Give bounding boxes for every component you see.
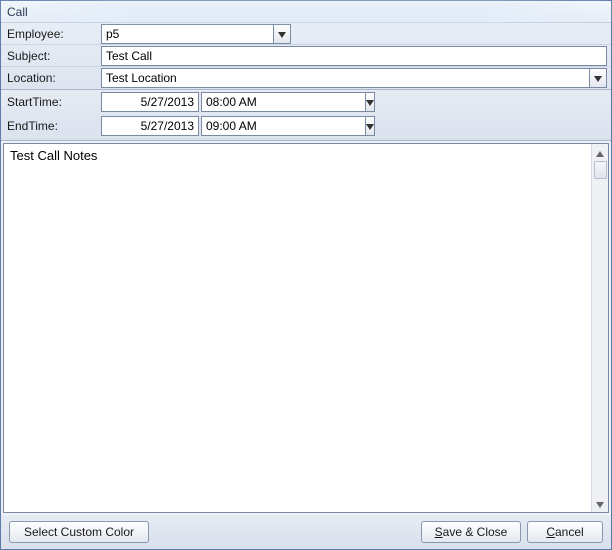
chevron-down-icon bbox=[278, 27, 286, 41]
location-row: Location: bbox=[1, 67, 611, 89]
start-date-input[interactable] bbox=[101, 92, 199, 112]
start-time-row: StartTime: bbox=[1, 90, 611, 114]
save-hotkey: S bbox=[435, 525, 443, 539]
cancel-button[interactable]: Cancel bbox=[527, 521, 603, 543]
scroll-up-button[interactable] bbox=[592, 144, 609, 161]
end-time-dropdown-button[interactable] bbox=[365, 116, 375, 136]
save-and-close-button[interactable]: Save & Close bbox=[421, 521, 521, 543]
start-time-combo[interactable] bbox=[201, 92, 306, 112]
end-time-label: EndTime: bbox=[1, 119, 101, 133]
employee-input[interactable] bbox=[101, 24, 273, 44]
save-post: ave & Close bbox=[443, 525, 508, 539]
titlebar-blur bbox=[1, 1, 611, 22]
start-time-dropdown-button[interactable] bbox=[365, 92, 375, 112]
form-section: Employee: Subject: Location: bbox=[1, 23, 611, 90]
call-dialog: Call Employee: Subject: bbox=[0, 0, 612, 550]
employee-label: Employee: bbox=[1, 27, 101, 41]
time-section: StartTime: EndTime: bbox=[1, 90, 611, 141]
subject-label: Subject: bbox=[1, 49, 101, 63]
employee-row: Employee: bbox=[1, 23, 611, 45]
titlebar: Call bbox=[1, 1, 611, 23]
notes-area bbox=[3, 143, 609, 513]
end-time-combo[interactable] bbox=[201, 116, 306, 136]
chevron-up-icon bbox=[596, 146, 604, 160]
notes-textarea[interactable] bbox=[4, 144, 591, 512]
scroll-down-button[interactable] bbox=[592, 495, 609, 512]
end-time-input[interactable] bbox=[201, 116, 365, 136]
button-bar: Select Custom Color Save & Close Cancel bbox=[1, 515, 611, 549]
location-combo[interactable] bbox=[101, 68, 607, 88]
window-title: Call bbox=[7, 5, 28, 19]
subject-input[interactable] bbox=[101, 46, 607, 66]
notes-scrollbar[interactable] bbox=[591, 144, 608, 512]
scroll-track[interactable] bbox=[592, 179, 608, 495]
employee-dropdown-button[interactable] bbox=[273, 24, 291, 44]
end-time-row: EndTime: bbox=[1, 114, 611, 138]
start-time-label: StartTime: bbox=[1, 95, 101, 109]
subject-row: Subject: bbox=[1, 45, 611, 67]
chevron-down-icon bbox=[366, 119, 374, 133]
employee-combo[interactable] bbox=[101, 24, 291, 44]
location-input[interactable] bbox=[101, 68, 589, 88]
location-label: Location: bbox=[1, 71, 101, 85]
select-custom-color-button[interactable]: Select Custom Color bbox=[9, 521, 149, 543]
scroll-thumb[interactable] bbox=[594, 161, 607, 179]
chevron-down-icon bbox=[594, 71, 602, 85]
end-date-input[interactable] bbox=[101, 116, 199, 136]
chevron-down-icon bbox=[366, 95, 374, 109]
start-time-input[interactable] bbox=[201, 92, 365, 112]
chevron-down-icon bbox=[596, 497, 604, 511]
cancel-post: ancel bbox=[555, 525, 584, 539]
location-dropdown-button[interactable] bbox=[589, 68, 607, 88]
cancel-hotkey: C bbox=[546, 525, 555, 539]
